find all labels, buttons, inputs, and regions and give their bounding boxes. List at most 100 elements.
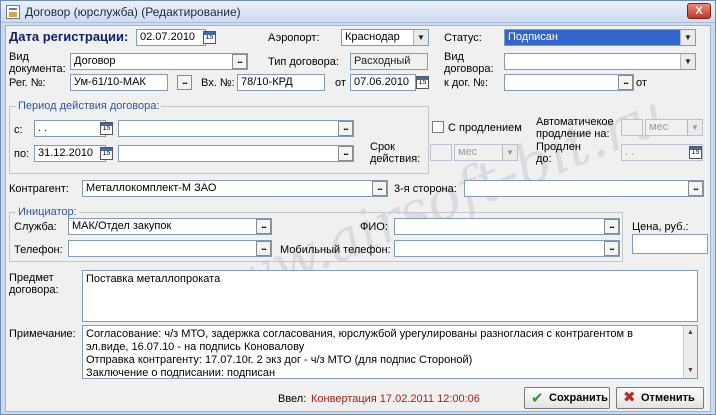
note-line: Отправка контрагенту: 17.07.10г. 2 экз д… bbox=[86, 354, 473, 366]
fio-field[interactable] bbox=[394, 218, 620, 235]
document-app-icon bbox=[6, 5, 20, 19]
term-unit-value: мес bbox=[458, 146, 478, 158]
calendar-icon[interactable]: 15 bbox=[100, 147, 113, 160]
calendar-icon: 15 bbox=[689, 146, 702, 159]
in-no-label: Вх. №: bbox=[201, 77, 235, 89]
cancel-button[interactable]: ✖ Отменить bbox=[616, 387, 704, 409]
chevron-down-icon[interactable]: ▼ bbox=[680, 30, 695, 45]
chevron-down-icon[interactable]: ▼ bbox=[680, 54, 695, 69]
contract-kind-label: Вид договора: bbox=[444, 51, 494, 75]
reg-no-lookup-button[interactable]: ... bbox=[177, 75, 192, 90]
subject-textarea[interactable]: Поставка металлопроката bbox=[82, 270, 698, 322]
contract-kind-field[interactable] bbox=[504, 53, 696, 70]
period-from-lookup-button[interactable]: ... bbox=[338, 121, 353, 136]
subject-label: Предмет договора: bbox=[9, 272, 59, 296]
contract-type-label: Тип договора: bbox=[268, 56, 339, 68]
checkmark-icon: ✔ bbox=[531, 390, 544, 407]
entered-value: Конвертация 17.02.2011 12:00:06 bbox=[311, 393, 480, 405]
period-group-title: Период действия договора: bbox=[16, 100, 162, 112]
term-value bbox=[430, 144, 452, 161]
auto-ext-unit-value: мес bbox=[649, 121, 669, 133]
initiator-group-title: Инициатор: bbox=[16, 206, 79, 218]
period-group bbox=[9, 106, 429, 174]
reg-no-field[interactable]: Ум-61/10-МАК bbox=[70, 74, 168, 91]
period-to-label: по: bbox=[14, 148, 30, 160]
counterparty-lookup-button[interactable]: ... bbox=[372, 181, 387, 196]
title-bar[interactable]: Договор (юрслужба) (Редактирование) X bbox=[1, 1, 715, 23]
mobile-lookup-button[interactable]: ... bbox=[604, 241, 619, 256]
period-from-extra[interactable] bbox=[118, 120, 354, 137]
reg-date-field[interactable]: 02.07.2010 bbox=[136, 29, 206, 46]
fio-lookup-button[interactable]: ... bbox=[604, 219, 619, 234]
mobile-label: Мобильный телефон: bbox=[280, 244, 391, 256]
service-field[interactable]: МАК/Отдел закупок bbox=[68, 218, 272, 235]
price-field[interactable] bbox=[632, 234, 708, 254]
calendar-icon[interactable]: 15 bbox=[416, 76, 429, 89]
third-party-lookup-button[interactable]: ... bbox=[688, 181, 703, 196]
save-button[interactable]: ✔ Сохранить bbox=[524, 387, 610, 409]
doc-type-label: Вид документа: bbox=[9, 51, 66, 75]
cancel-button-label: Отменить bbox=[641, 392, 695, 404]
reg-no-label: Рег. №: bbox=[9, 77, 46, 89]
entered-label: Ввел: bbox=[278, 393, 307, 405]
note-textarea[interactable]: Согласование: ч/з МТО, задержка согласов… bbox=[82, 325, 698, 379]
counterparty-label: Контрагент: bbox=[9, 183, 69, 195]
scroll-down-icon[interactable]: ▼ bbox=[684, 364, 697, 377]
service-label: Служба: bbox=[14, 221, 57, 233]
note-line: Согласование: ч/з МТО, задержка согласов… bbox=[86, 328, 633, 340]
phone-field[interactable] bbox=[68, 240, 272, 257]
reg-date-label: Дата регистрации: bbox=[9, 29, 129, 44]
period-from-date[interactable]: . . bbox=[34, 120, 106, 137]
note-line: эл.виде, 16.07.10 - на подпись Коновалов… bbox=[86, 341, 305, 353]
phone-lookup-button[interactable]: ... bbox=[256, 241, 271, 256]
calendar-icon[interactable]: 15 bbox=[100, 122, 113, 135]
airport-value: Краснодар bbox=[345, 31, 400, 43]
doc-type-lookup-button[interactable]: ... bbox=[232, 54, 247, 69]
extension-label: С продлением bbox=[448, 122, 522, 134]
price-label: Цена, руб.: bbox=[632, 221, 689, 233]
period-from-label: с: bbox=[14, 124, 23, 136]
airport-label: Аэропорт: bbox=[268, 32, 320, 44]
form-body: www.airsoft-bit.ru Дата регистрации: 02.… bbox=[5, 25, 711, 412]
to-contract-from-label: от bbox=[636, 77, 647, 89]
chevron-down-icon: ▼ bbox=[502, 145, 517, 160]
in-date-field[interactable]: 07.06.2010 bbox=[350, 74, 416, 91]
extension-checkbox[interactable] bbox=[432, 121, 444, 133]
auto-ext-value bbox=[621, 119, 643, 136]
window-title: Договор (юрслужба) (Редактирование) bbox=[25, 5, 241, 19]
note-scrollbar[interactable]: ▲ ▼ bbox=[683, 326, 697, 378]
phone-label: Телефон: bbox=[14, 244, 63, 256]
in-date-from-label: от bbox=[335, 77, 346, 89]
mobile-field[interactable] bbox=[394, 240, 620, 257]
status-value: Подписан bbox=[508, 31, 558, 43]
period-to-date[interactable]: 31.12.2010 bbox=[34, 145, 106, 162]
period-to-extra[interactable] bbox=[118, 145, 354, 162]
contract-type-field: Расходный bbox=[350, 53, 428, 70]
period-to-lookup-button[interactable]: ... bbox=[338, 146, 353, 161]
to-contract-label: к дог. №: bbox=[444, 77, 489, 89]
third-party-label: 3-я сторона: bbox=[394, 183, 457, 195]
third-party-field[interactable] bbox=[464, 180, 704, 197]
chevron-down-icon: ▼ bbox=[687, 120, 702, 135]
status-select[interactable]: Подписан bbox=[504, 29, 696, 46]
contract-window: Договор (юрслужба) (Редактирование) X ww… bbox=[0, 0, 716, 415]
cross-icon: ✖ bbox=[623, 389, 636, 406]
to-contract-field[interactable] bbox=[504, 74, 634, 91]
auto-ext-label: Автоматичекое продление на: bbox=[536, 116, 614, 140]
extended-to-label: Продлен до: bbox=[536, 141, 581, 165]
fio-label: ФИО: bbox=[360, 221, 388, 233]
close-button[interactable]: X bbox=[687, 3, 711, 19]
doc-type-field[interactable]: Договор bbox=[70, 53, 248, 70]
service-lookup-button[interactable]: ... bbox=[256, 219, 271, 234]
counterparty-field[interactable]: Металлокомплект-М ЗАО bbox=[82, 180, 388, 197]
to-contract-lookup-button[interactable]: ... bbox=[618, 75, 633, 90]
subject-text: Поставка металлопроката bbox=[86, 273, 221, 285]
save-button-label: Сохранить bbox=[549, 392, 608, 404]
term-label: Срок действия: bbox=[370, 141, 421, 165]
scroll-up-icon[interactable]: ▲ bbox=[684, 326, 697, 339]
chevron-down-icon[interactable]: ▼ bbox=[413, 30, 428, 45]
calendar-icon[interactable]: 15 bbox=[203, 31, 216, 44]
in-no-field[interactable]: 78/10-КРД bbox=[237, 74, 325, 91]
note-label: Примечание: bbox=[9, 328, 76, 340]
note-line: Заключение о подписании: подписан bbox=[86, 367, 276, 379]
